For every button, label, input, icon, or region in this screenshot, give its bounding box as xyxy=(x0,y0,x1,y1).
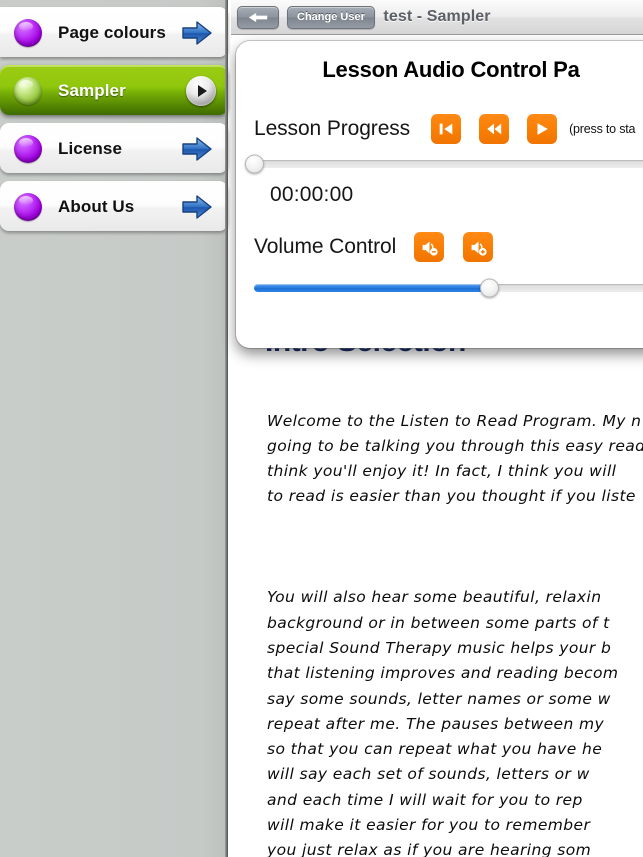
speaker-minus-icon xyxy=(422,240,438,256)
paragraph: You will also hear some beautiful, relax… xyxy=(267,588,619,857)
volume-up-button[interactable] xyxy=(463,232,494,262)
press-to-start-hint: (press to sta xyxy=(569,122,636,136)
sidebar-item-label: Sampler xyxy=(58,80,126,100)
document-body: Welcome to the Listen to Read Program. M… xyxy=(267,358,643,857)
blue-arrow-icon xyxy=(182,136,212,162)
sidebar-item-license[interactable]: License xyxy=(0,123,228,173)
play-disc-icon[interactable] xyxy=(186,75,216,106)
lesson-progress-row: Lesson Progress (press to sta xyxy=(236,114,643,144)
elapsed-time-readout: 00:00:00 xyxy=(270,183,354,206)
back-button[interactable] xyxy=(237,5,279,29)
slider-fill xyxy=(254,284,489,292)
volume-slider[interactable] xyxy=(254,277,643,299)
navigation-bar: Change User test - Sampler xyxy=(231,0,643,35)
sidebar-item-sampler[interactable]: Sampler xyxy=(0,65,228,115)
blue-arrow-icon xyxy=(182,20,212,46)
blue-arrow-icon xyxy=(182,194,212,220)
sidebar-item-about-us[interactable]: About Us xyxy=(0,181,228,231)
speaker-plus-icon xyxy=(471,240,487,256)
sidebar-item-label: About Us xyxy=(58,196,135,216)
left-arrow-icon xyxy=(248,12,268,22)
sidebar-item-page-colours[interactable]: Page colours xyxy=(0,7,228,57)
slider-track xyxy=(254,160,643,168)
lesson-progress-slider[interactable] xyxy=(245,153,643,175)
purple-bullet-icon xyxy=(14,134,42,163)
slider-thumb[interactable] xyxy=(245,154,264,174)
skip-to-start-icon xyxy=(439,123,453,135)
app-root: Page colours Sampler License About Us Ch… xyxy=(0,0,643,857)
volume-control-row: Volume Control xyxy=(236,232,643,262)
restart-button[interactable] xyxy=(431,114,462,144)
slider-thumb[interactable] xyxy=(479,278,499,298)
purple-bullet-icon xyxy=(14,18,42,47)
lesson-audio-control-panel: Lesson Audio Control Pa Lesson Progress xyxy=(236,41,643,348)
green-bullet-icon xyxy=(14,76,42,105)
panel-title: Lesson Audio Control Pa xyxy=(322,57,580,82)
sidebar: Page colours Sampler License About Us xyxy=(0,0,228,857)
paragraph: Welcome to the Listen to Read Program. M… xyxy=(267,411,643,506)
volume-down-button[interactable] xyxy=(414,232,445,262)
sidebar-item-label: License xyxy=(58,138,123,158)
rewind-button[interactable] xyxy=(479,114,510,144)
volume-control-label: Volume Control xyxy=(254,235,397,258)
purple-bullet-icon xyxy=(14,192,42,221)
play-icon xyxy=(537,123,548,135)
play-button[interactable] xyxy=(527,114,558,144)
lesson-progress-label: Lesson Progress xyxy=(254,117,411,140)
sidebar-item-label: Page colours xyxy=(58,22,166,42)
change-user-button[interactable]: Change User xyxy=(287,5,375,29)
rewind-icon xyxy=(487,123,502,135)
